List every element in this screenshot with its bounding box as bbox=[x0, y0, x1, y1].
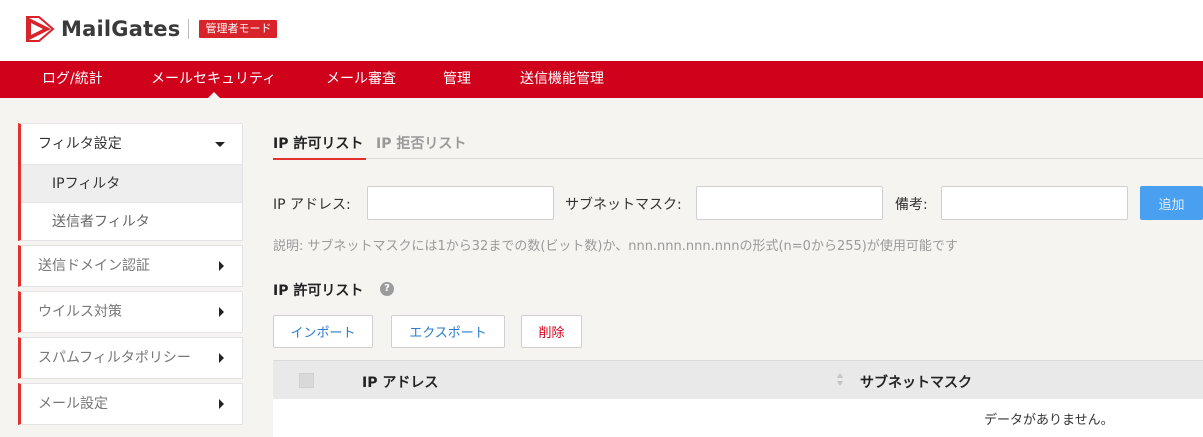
nav-item-mail-review[interactable]: メール審査 bbox=[326, 61, 396, 98]
sidebar-head-mail-settings[interactable]: メール設定 bbox=[21, 384, 242, 424]
sidebar-head-label: スパムフィルタポリシー bbox=[38, 350, 191, 366]
sidebar-head-label: メール設定 bbox=[38, 396, 108, 412]
sidebar-group-domain-auth: 送信ドメイン認証 bbox=[18, 245, 243, 287]
sidebar-head-domain-auth[interactable]: 送信ドメイン認証 bbox=[21, 246, 242, 286]
app-header: MailGates 管理者モード bbox=[0, 0, 1203, 62]
sidebar-head-filter-settings[interactable]: フィルタ設定 bbox=[21, 124, 242, 164]
export-button[interactable]: エクスポート bbox=[391, 315, 505, 348]
sidebar-group-mail-settings: メール設定 bbox=[18, 383, 243, 425]
caret-down-icon bbox=[215, 142, 225, 147]
column-header-ip-address[interactable]: IP アドレス bbox=[362, 372, 438, 392]
sidebar-item-ip-filter[interactable]: IPフィルタ bbox=[21, 164, 242, 202]
caret-right-icon bbox=[219, 307, 224, 317]
caret-right-icon bbox=[219, 399, 224, 409]
nav-item-admin[interactable]: 管理 bbox=[443, 61, 471, 98]
sidebar-group-filter-settings: フィルタ設定 IPフィルタ 送信者フィルタ bbox=[18, 123, 243, 241]
table-header: IP アドレス サブネットマスク bbox=[273, 360, 1203, 399]
mailgates-envelope-logo-icon bbox=[26, 16, 55, 42]
table-body: データがありません。 bbox=[273, 399, 1203, 437]
sort-icon[interactable] bbox=[837, 373, 843, 387]
main-content: IP 許可リスト IP 拒否リスト IP アドレス: サブネットマスク: 備考:… bbox=[273, 123, 1203, 437]
nav-item-send-functions[interactable]: 送信機能管理 bbox=[520, 61, 604, 98]
subnet-mask-label: サブネットマスク: bbox=[565, 197, 682, 213]
sidebar: フィルタ設定 IPフィルタ 送信者フィルタ 送信ドメイン認証 ウイルス対策 スパ… bbox=[18, 123, 243, 429]
tab-ip-allow-list[interactable]: IP 許可リスト bbox=[273, 133, 363, 153]
sidebar-head-label: フィルタ設定 bbox=[38, 136, 122, 152]
caret-right-icon bbox=[219, 261, 224, 271]
sidebar-head-antivirus[interactable]: ウイルス対策 bbox=[21, 292, 242, 332]
sidebar-head-spam-policy[interactable]: スパムフィルタポリシー bbox=[21, 338, 242, 378]
sort-down-arrow bbox=[837, 381, 843, 386]
active-nav-indicator bbox=[207, 92, 220, 98]
sidebar-head-label: ウイルス対策 bbox=[38, 304, 122, 320]
tab-bar: IP 許可リスト IP 拒否リスト bbox=[273, 123, 1203, 160]
tab-ip-deny-list[interactable]: IP 拒否リスト bbox=[376, 133, 466, 153]
sidebar-group-spam-policy: スパムフィルタポリシー bbox=[18, 337, 243, 379]
sidebar-group-antivirus: ウイルス対策 bbox=[18, 291, 243, 333]
select-all-checkbox[interactable] bbox=[299, 373, 314, 388]
sidebar-head-label: 送信ドメイン認証 bbox=[38, 258, 150, 274]
nav-item-log-stats[interactable]: ログ/統計 bbox=[42, 61, 103, 98]
allow-list-title: IP 許可リスト bbox=[273, 283, 364, 299]
question-circle-icon[interactable]: ? bbox=[380, 282, 394, 296]
import-button[interactable]: インポート bbox=[273, 315, 373, 348]
nav-item-mail-security[interactable]: メールセキュリティ bbox=[151, 61, 276, 98]
empty-table-message: データがありません。 bbox=[984, 413, 1114, 428]
subnet-mask-input[interactable] bbox=[696, 186, 883, 220]
caret-right-icon bbox=[219, 353, 224, 363]
ip-address-label: IP アドレス: bbox=[273, 197, 351, 213]
column-header-subnet-mask[interactable]: サブネットマスク bbox=[860, 372, 972, 392]
sidebar-item-sender-filter[interactable]: 送信者フィルタ bbox=[21, 202, 242, 240]
admin-mode-badge: 管理者モード bbox=[199, 20, 278, 38]
remarks-input[interactable] bbox=[941, 186, 1128, 220]
subnet-help-text: 説明: サブネットマスクには1から32までの数(ビット数)か、nnn.nnn.n… bbox=[273, 239, 958, 254]
add-button[interactable]: 追加 bbox=[1140, 186, 1203, 220]
delete-button[interactable]: 削除 bbox=[521, 315, 582, 348]
active-tab-underline bbox=[273, 158, 366, 160]
sort-up-arrow bbox=[837, 373, 843, 378]
main-nav: ログ/統計 メールセキュリティ メール審査 管理 送信機能管理 bbox=[0, 61, 1203, 98]
remarks-label: 備考: bbox=[895, 197, 928, 213]
header-divider bbox=[188, 19, 190, 39]
brand-name: MailGates bbox=[61, 17, 181, 41]
ip-address-input[interactable] bbox=[367, 186, 554, 220]
add-ip-form: IP アドレス: サブネットマスク: 備考: 追加 bbox=[273, 186, 1203, 220]
brand-logo[interactable]: MailGates 管理者モード bbox=[25, 13, 278, 45]
nav-item-label: メールセキュリティ bbox=[151, 71, 277, 87]
